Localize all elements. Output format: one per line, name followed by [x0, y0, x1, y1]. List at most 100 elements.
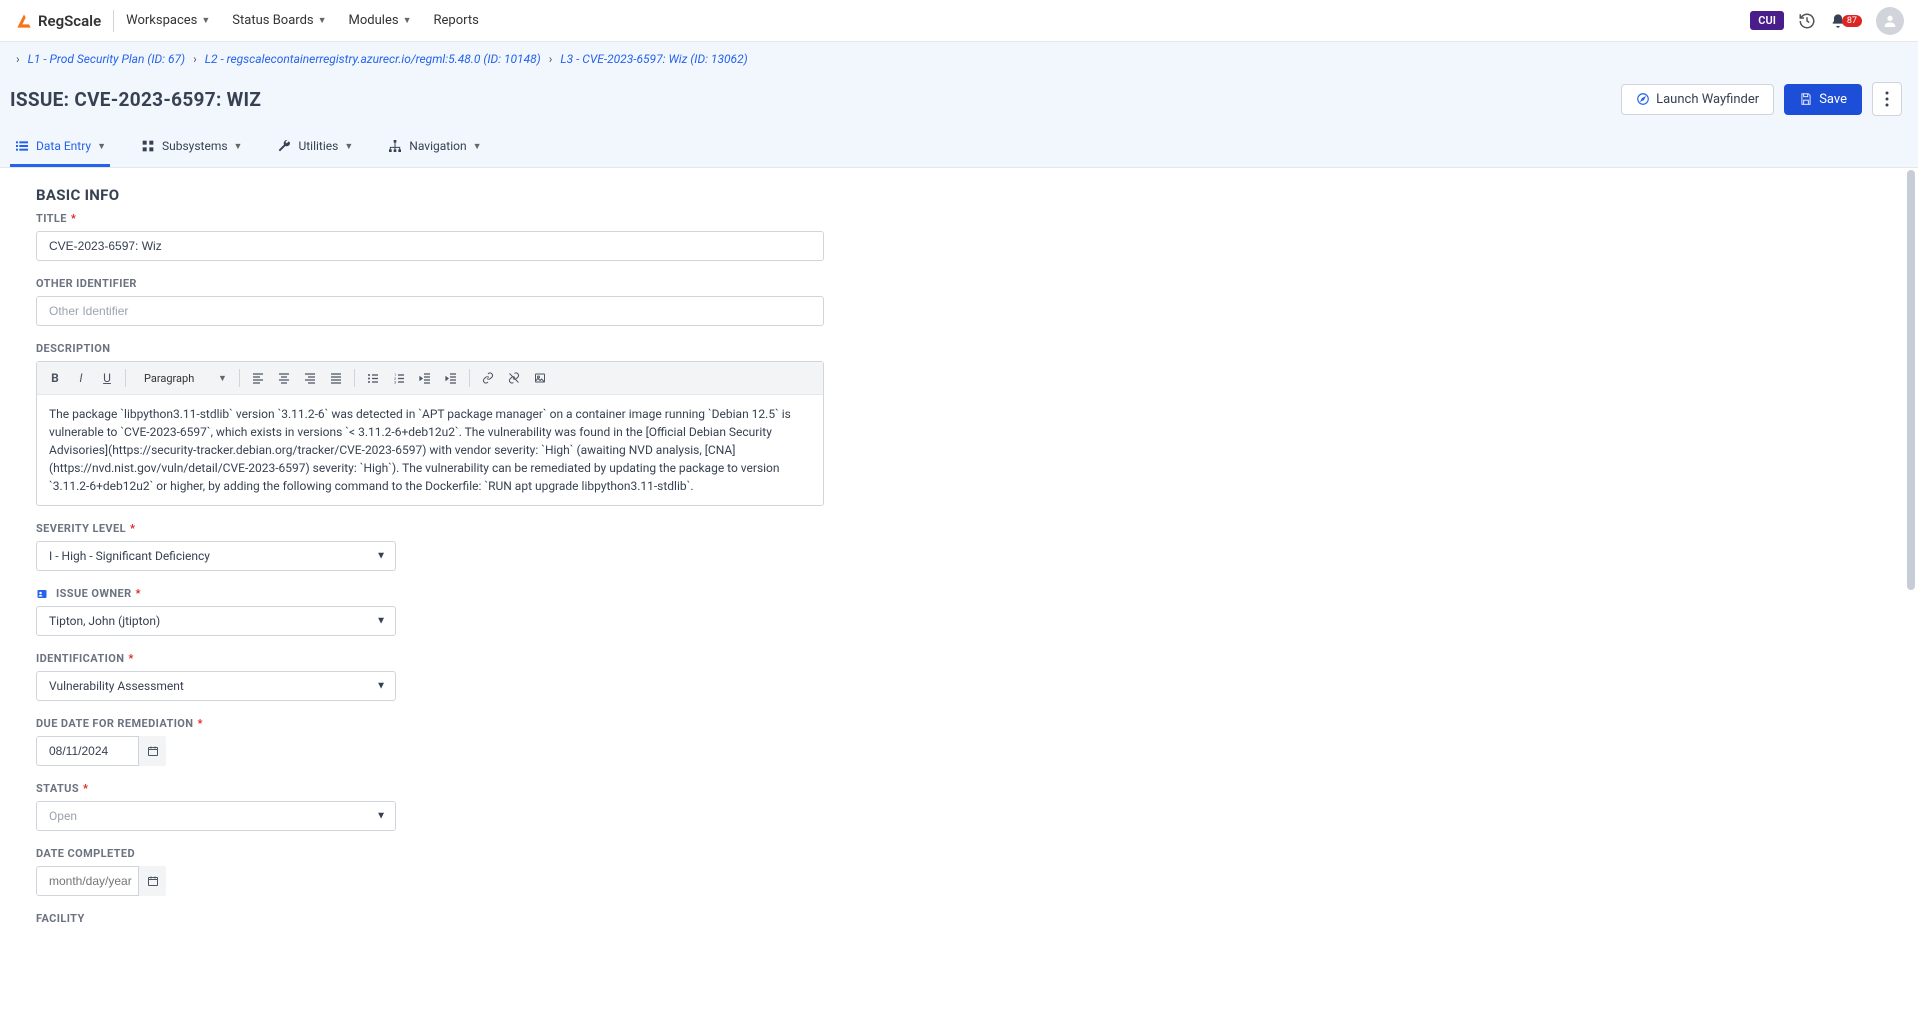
- caret-icon: ▼: [403, 15, 412, 26]
- notification-count: 87: [1842, 15, 1862, 27]
- format-value: Paragraph: [138, 369, 218, 388]
- more-actions-button[interactable]: [1872, 82, 1902, 116]
- section-title: BASIC INFO: [36, 186, 824, 204]
- logo[interactable]: RegScale: [14, 11, 101, 31]
- chevron-right-icon: ›: [16, 52, 20, 66]
- launch-wayfinder-button[interactable]: Launch Wayfinder: [1621, 84, 1774, 115]
- title-input[interactable]: [36, 231, 824, 261]
- nav-modules[interactable]: Modules ▼: [349, 13, 412, 28]
- svg-text:3: 3: [394, 380, 396, 385]
- field-due-date: DUE DATE FOR REMEDIATION*: [36, 717, 824, 766]
- caret-icon: ▼: [218, 373, 227, 384]
- align-right-button[interactable]: [298, 366, 322, 390]
- bullet-list-button[interactable]: [361, 366, 385, 390]
- align-left-button[interactable]: [246, 366, 270, 390]
- nav-status-boards[interactable]: Status Boards▼: [232, 13, 326, 28]
- kebab-icon: [1885, 91, 1889, 107]
- select-value: Open: [36, 801, 396, 831]
- number-list-button[interactable]: 123: [387, 366, 411, 390]
- field-label: OTHER IDENTIFIER: [36, 277, 824, 290]
- outdent-button[interactable]: [413, 366, 437, 390]
- due-date-input-wrap: [36, 736, 166, 766]
- caret-icon: ▼: [201, 15, 210, 26]
- scrollbar-thumb[interactable]: [1907, 170, 1915, 590]
- caret-icon: ▼: [234, 141, 243, 152]
- identification-select[interactable]: Vulnerability Assessment ▼: [36, 671, 396, 701]
- history-icon[interactable]: [1798, 12, 1816, 30]
- save-icon: [1799, 92, 1813, 106]
- tab-label: Subsystems: [162, 139, 228, 153]
- caret-icon: ▼: [473, 141, 482, 152]
- field-facility: FACILITY: [36, 912, 824, 925]
- separator: [469, 369, 470, 387]
- breadcrumb-l3[interactable]: L3 - CVE-2023-6597: Wiz (ID: 13062): [560, 52, 747, 66]
- field-label: DESCRIPTION: [36, 342, 824, 355]
- image-button[interactable]: [528, 366, 552, 390]
- field-label: SEVERITY LEVEL*: [36, 522, 824, 535]
- owner-select[interactable]: Tipton, John (jtipton) ▼: [36, 606, 396, 636]
- page-header: ISSUE: CVE-2023-6597: WIZ Launch Wayfind…: [0, 76, 1918, 128]
- field-severity: SEVERITY LEVEL* I - High - Significant D…: [36, 522, 824, 571]
- field-label: FACILITY: [36, 912, 824, 925]
- header-actions: Launch Wayfinder Save: [1621, 82, 1902, 116]
- form-body: BASIC INFO TITLE* OTHER IDENTIFIER DESCR…: [0, 168, 840, 981]
- field-label: DATE COMPLETED: [36, 847, 824, 860]
- separator: [239, 369, 240, 387]
- save-button[interactable]: Save: [1784, 84, 1862, 115]
- calendar-button[interactable]: [138, 736, 166, 766]
- field-identification: IDENTIFICATION* Vulnerability Assessment…: [36, 652, 824, 701]
- subsystems-icon: [140, 138, 156, 154]
- tab-label: Navigation: [409, 139, 466, 153]
- unlink-button[interactable]: [502, 366, 526, 390]
- person-icon: [1882, 13, 1898, 29]
- sitemap-icon: [387, 138, 403, 154]
- field-label: STATUS*: [36, 782, 824, 795]
- tab-utilities[interactable]: Utilities▼: [272, 128, 357, 167]
- nav-workspaces[interactable]: Workspaces▼: [126, 13, 210, 28]
- logo-icon: [14, 11, 34, 31]
- tab-subsystems[interactable]: Subsystems ▼: [136, 128, 246, 167]
- notifications[interactable]: 87: [1830, 13, 1862, 29]
- bold-button[interactable]: B: [43, 366, 67, 390]
- underline-button[interactable]: U: [95, 366, 119, 390]
- description-textarea[interactable]: The package `libpython3.11-stdlib` versi…: [37, 395, 823, 505]
- tab-navigation[interactable]: Navigation ▼: [383, 128, 485, 167]
- select-value: Tipton, John (jtipton): [36, 606, 396, 636]
- compass-icon: [1636, 92, 1650, 106]
- topnav-right: CUI 87: [1750, 7, 1904, 35]
- align-center-button[interactable]: [272, 366, 296, 390]
- italic-button[interactable]: I: [69, 366, 93, 390]
- breadcrumb-l1[interactable]: L1 - Prod Security Plan (ID: 67): [28, 52, 186, 66]
- divider: [113, 10, 114, 32]
- breadcrumb: › L1 - Prod Security Plan (ID: 67) › L2 …: [0, 42, 1918, 76]
- align-justify-button[interactable]: [324, 366, 348, 390]
- field-status: STATUS* Open ▼: [36, 782, 824, 831]
- avatar[interactable]: [1876, 7, 1904, 35]
- list-icon: [14, 138, 30, 154]
- page-title: ISSUE: CVE-2023-6597: WIZ: [10, 88, 261, 111]
- tab-label: Data Entry: [36, 139, 91, 153]
- button-label: Save: [1819, 92, 1847, 107]
- brand-text: RegScale: [38, 12, 101, 30]
- chevron-right-icon: ›: [549, 52, 553, 66]
- field-label: IDENTIFICATION*: [36, 652, 824, 665]
- calendar-button[interactable]: [138, 866, 166, 896]
- nav-label: Modules: [349, 13, 399, 28]
- chevron-right-icon: ›: [193, 52, 197, 66]
- field-description: DESCRIPTION B I U Paragraph ▼ 123: [36, 342, 824, 506]
- nav-reports[interactable]: Reports: [433, 13, 478, 28]
- field-date-completed: DATE COMPLETED: [36, 847, 824, 896]
- status-select[interactable]: Open ▼: [36, 801, 396, 831]
- calendar-icon: [147, 745, 159, 757]
- cui-badge[interactable]: CUI: [1750, 11, 1784, 30]
- field-other-identifier: OTHER IDENTIFIER: [36, 277, 824, 326]
- format-select[interactable]: Paragraph ▼: [138, 369, 227, 388]
- link-button[interactable]: [476, 366, 500, 390]
- indent-button[interactable]: [439, 366, 463, 390]
- other-identifier-input[interactable]: [36, 296, 824, 326]
- tab-data-entry[interactable]: Data Entry▼: [10, 128, 110, 167]
- breadcrumb-l2[interactable]: L2 - regscalecontainerregistry.azurecr.i…: [205, 52, 541, 66]
- person-card-icon: [36, 588, 48, 600]
- field-label: ISSUE OWNER*: [36, 587, 824, 600]
- severity-select[interactable]: I - High - Significant Deficiency ▼: [36, 541, 396, 571]
